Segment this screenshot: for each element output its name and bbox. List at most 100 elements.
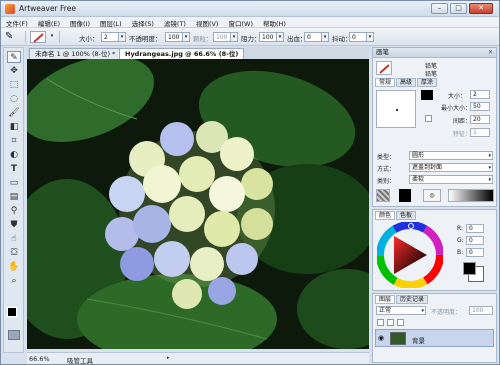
eyedropper-icon[interactable]: ⚲	[7, 205, 21, 217]
close-button[interactable]: ✕	[469, 3, 493, 14]
texture-dropdown-icon[interactable]: ▾	[230, 32, 238, 42]
gradient-swatch[interactable]	[448, 189, 494, 202]
lock-transparency-checkbox[interactable]	[377, 319, 384, 326]
green-label: G:	[457, 237, 464, 244]
size-dropdown-icon[interactable]: ▾	[118, 32, 126, 42]
status-arrow-icon[interactable]: ▸	[167, 355, 170, 361]
brush-variant[interactable]: 铅笔	[425, 69, 437, 78]
pattern-icon[interactable]: ◎	[423, 189, 441, 202]
spacing-input[interactable]: 20	[470, 115, 490, 124]
foreground-color-preview[interactable]	[463, 262, 476, 275]
layer-thumbnail	[390, 332, 406, 345]
shape-icon[interactable]: ▭	[7, 177, 21, 189]
eraser-icon[interactable]: ◧	[7, 121, 21, 133]
menu-bar: 文件(F) 编辑(E) 图像(I) 图层(L) 选择(S) 滤镜(T) 视图(V…	[1, 17, 499, 28]
menu-file[interactable]: 文件(F)	[1, 17, 33, 28]
brush-icon[interactable]: 🖌	[7, 107, 21, 119]
image-canvas[interactable]	[27, 59, 369, 349]
tab-impasto[interactable]: 厚涂	[417, 78, 438, 87]
resist-input[interactable]: 100	[259, 32, 277, 42]
bucket-icon[interactable]: ⛋	[7, 247, 21, 259]
color-panel: 颜色 色板 R: 0 G: 0 B: 0	[372, 209, 497, 291]
menu-layer[interactable]: 图层(L)	[95, 17, 127, 28]
brush-color-swatch[interactable]	[399, 189, 411, 202]
pencil-icon[interactable]: ✎	[7, 51, 21, 63]
menu-filter[interactable]: 滤镜(T)	[159, 17, 191, 28]
min-size-input[interactable]: 50	[470, 102, 490, 111]
layer-panel: 图层 历史记录 正常 ▾ 不透明度： 100 ◉ 背景	[372, 293, 497, 363]
zoom-icon[interactable]: ⌕	[7, 275, 21, 287]
jitter-dropdown-icon[interactable]: ▾	[366, 32, 374, 42]
spacing-checkbox[interactable]	[425, 115, 432, 122]
layer-opacity-input[interactable]: 100	[469, 306, 493, 315]
tab-advanced[interactable]: 高级	[396, 78, 417, 87]
hydrangea-photo	[27, 59, 369, 349]
gradient-icon[interactable]: ▤	[7, 191, 21, 203]
tab-swatches[interactable]: 色板	[396, 211, 417, 220]
method-select[interactable]: 遮盖到封面 ▾	[409, 163, 493, 172]
lock-all-checkbox[interactable]	[397, 319, 404, 326]
menu-help[interactable]: 帮助(H)	[258, 17, 291, 28]
tab-color[interactable]: 颜色	[375, 211, 396, 220]
foreground-color-swatch[interactable]	[7, 307, 17, 317]
type-select[interactable]: 圆形 ▾	[409, 151, 493, 160]
title-bar: Artweaver Free – □ ✕	[1, 1, 499, 17]
brush-preset-picker[interactable]	[30, 31, 46, 43]
menu-edit[interactable]: 编辑(E)	[33, 17, 65, 28]
fill-icon[interactable]: ◐	[7, 149, 21, 161]
visibility-eye-icon[interactable]: ◉	[378, 334, 384, 342]
red-input[interactable]: 0	[466, 224, 484, 233]
minimize-button[interactable]: –	[431, 3, 448, 14]
tab-history[interactable]: 历史记录	[396, 295, 429, 304]
pencil-tool-icon[interactable]: ✎	[5, 31, 21, 43]
tab-layers[interactable]: 图层	[375, 295, 396, 304]
window-title: Artweaver Free	[19, 4, 76, 13]
current-tool-label: 吸管工具	[67, 357, 93, 365]
bleed-input[interactable]: 0	[304, 32, 322, 42]
lock-layer-checkbox[interactable]	[387, 319, 394, 326]
stamp-icon[interactable]: ⛊	[7, 219, 21, 231]
bleed-dropdown-icon[interactable]: ▾	[321, 32, 329, 42]
color-wheel[interactable]	[377, 222, 443, 288]
brush-shape-icon[interactable]	[421, 90, 433, 100]
jitter-input[interactable]: 0	[349, 32, 367, 42]
layer-name: 背景	[412, 337, 425, 345]
blue-label: B:	[457, 249, 464, 256]
category-select[interactable]: 柔软 ▾	[409, 175, 493, 184]
brush-category-icon[interactable]	[376, 61, 392, 75]
texture-input[interactable]: 100	[213, 32, 231, 42]
tab-general[interactable]: 常规	[375, 78, 396, 87]
texture-swatch[interactable]	[376, 189, 390, 202]
layer-row[interactable]: ◉ 背景	[375, 329, 494, 347]
size-input[interactable]: 2	[101, 32, 119, 42]
dropdown-arrow-icon: ▾	[421, 308, 424, 314]
rect-select-icon[interactable]: ⬚	[7, 79, 21, 91]
hand-icon[interactable]: ✋	[7, 261, 21, 273]
lasso-icon[interactable]: ◌	[7, 93, 21, 105]
smudge-icon[interactable]: ☝	[7, 233, 21, 245]
menu-select[interactable]: 选择(S)	[127, 17, 159, 28]
quick-mask-icon[interactable]	[8, 330, 20, 340]
brush-size-input[interactable]: 2	[470, 90, 490, 99]
opacity-dropdown-icon[interactable]: ▾	[182, 32, 190, 42]
crop-icon[interactable]: ⌗	[7, 135, 21, 147]
menu-view[interactable]: 视图(V)	[191, 17, 224, 28]
brush-preset-dropdown-icon[interactable]: ▾	[48, 32, 56, 42]
green-input[interactable]: 0	[466, 236, 484, 245]
blue-input[interactable]: 0	[466, 248, 484, 257]
blend-mode-select[interactable]: 正常 ▾	[376, 306, 426, 315]
feature-input[interactable]: 1	[470, 128, 490, 137]
type-label: 类型：	[377, 154, 396, 161]
menu-image[interactable]: 图像(I)	[65, 17, 95, 28]
menu-window[interactable]: 窗口(W)	[223, 17, 258, 28]
maximize-button[interactable]: □	[450, 3, 467, 14]
brush-size-label: 大小：	[448, 93, 467, 100]
tab-untitled[interactable]: 未命名 1 @ 100% (8-位) *	[29, 48, 122, 59]
options-toolbar: ✎ ▾ 大小： 2 ▾ 不透明度： 100 ▾ 颗粒： 100 ▾ 阻力： 10…	[1, 28, 499, 46]
tab-hydrangeas[interactable]: Hydrangeas.jpg @ 66.6% (8-位)	[119, 48, 245, 59]
text-icon[interactable]: T	[7, 163, 21, 175]
move-icon[interactable]: ✥	[7, 65, 21, 77]
opacity-input[interactable]: 100	[165, 32, 183, 42]
close-panel-icon[interactable]: ✕	[488, 48, 493, 57]
resist-dropdown-icon[interactable]: ▾	[276, 32, 284, 42]
